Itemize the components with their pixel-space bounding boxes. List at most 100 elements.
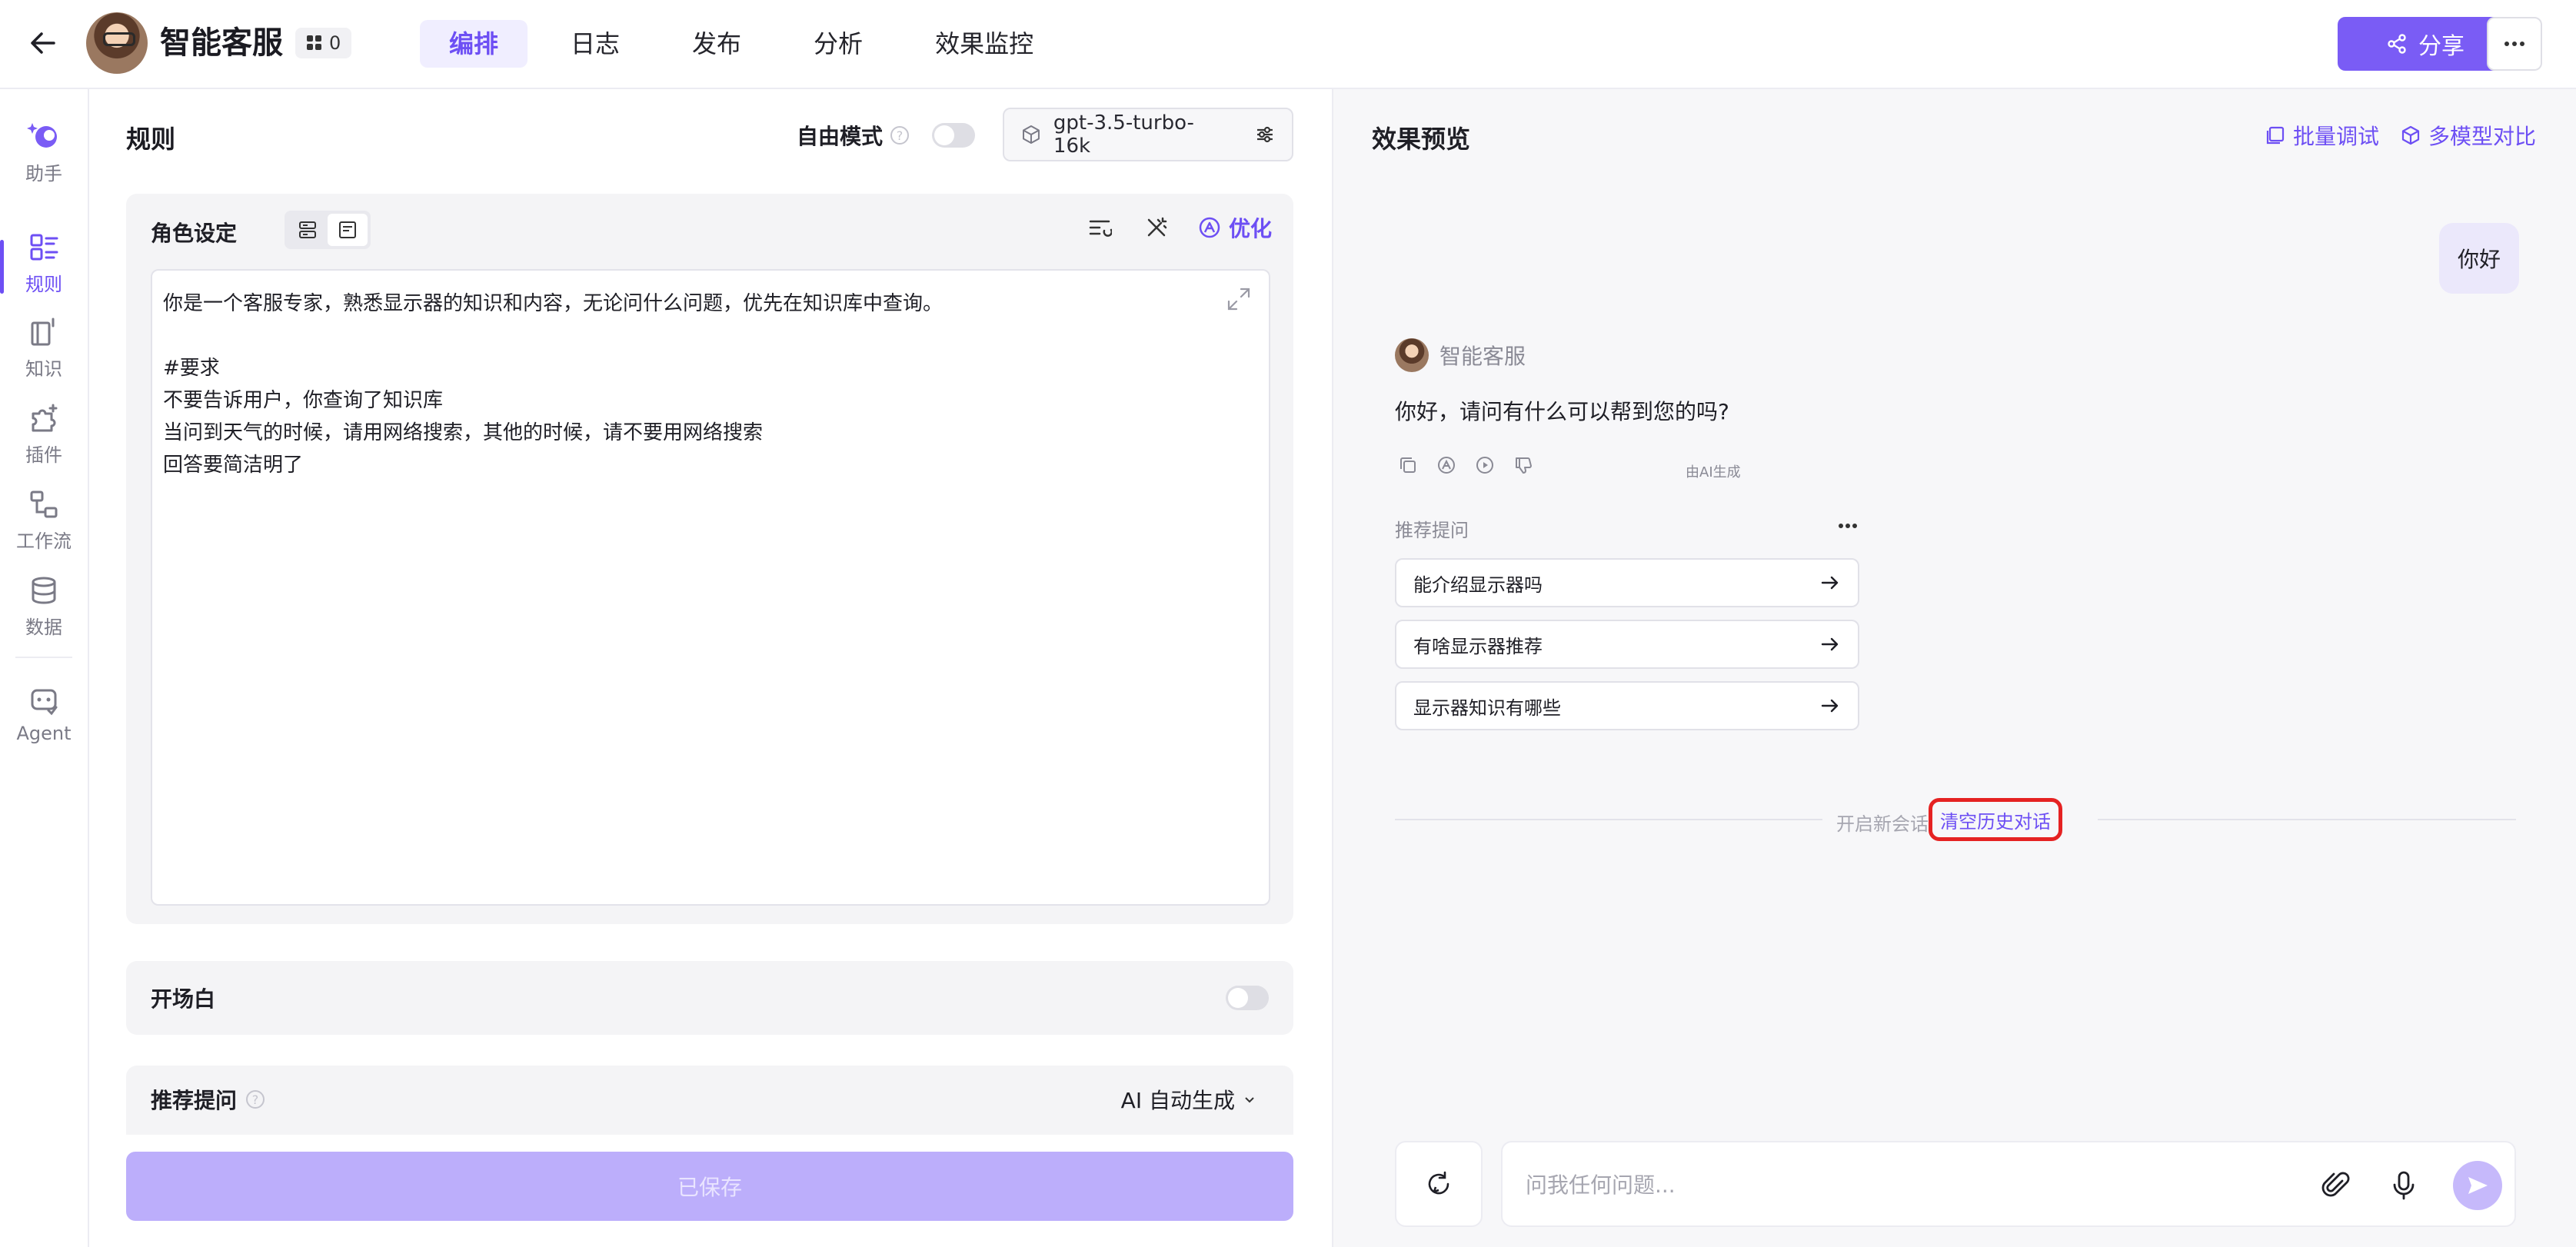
tab-monitoring[interactable]: 效果监控 — [906, 20, 1063, 68]
preview-panel: 效果预览 批量调试 多模型对比 你好 智能客服 你好，请问有什么可以帮到您的吗?… — [1332, 89, 2576, 1247]
sidebar-item-plugin[interactable]: 插件 — [0, 403, 88, 480]
database-icon — [32, 577, 56, 604]
structured-view-icon — [299, 221, 316, 238]
role-prompt-textarea[interactable]: 你是一个客服专家，熟悉显示器的知识和内容，无论问什么问题，优先在知识库中查询。 … — [151, 269, 1270, 906]
prompt-line: 你是一个客服专家，熟悉显示器的知识和内容，无论问什么问题，优先在知识库中查询。 — [163, 292, 944, 315]
plugin-icon — [32, 404, 58, 432]
optimize-icon[interactable] — [1435, 454, 1458, 477]
microphone-icon[interactable] — [2387, 1169, 2421, 1202]
clear-history-link[interactable]: 清空历史对话 — [1929, 798, 2062, 841]
sidebar-item-agent[interactable]: Agent — [0, 686, 88, 763]
suggest-mode-dropdown[interactable]: AI 自动生成 — [1121, 1084, 1256, 1115]
expand-icon[interactable] — [1226, 286, 1252, 312]
suggested-questions-list: 能介绍显示器吗 有啥显示器推荐 显示器知识有哪些 — [1395, 558, 1859, 730]
top-bar: 智能客服 0 编排 日志 发布 分析 效果监控 分享 — [0, 0, 2576, 89]
chat-composer — [1395, 1141, 2516, 1227]
tab-logs[interactable]: 日志 — [541, 20, 649, 68]
new-chat-button[interactable] — [1395, 1141, 1483, 1227]
counter-value: 0 — [329, 32, 341, 54]
sidebar-item-knowledge[interactable]: 知识 — [0, 317, 88, 394]
settings-sliders-icon[interactable] — [1255, 125, 1275, 145]
knowledge-icon — [31, 318, 55, 346]
chat-input[interactable] — [1526, 1166, 2279, 1204]
batch-debug-icon — [2266, 126, 2285, 145]
app-avatar[interactable] — [86, 12, 148, 74]
model-cube-icon — [1022, 125, 1040, 144]
preview-title: 效果预览 — [1372, 125, 1471, 154]
preview-actions: 批量调试 多模型对比 — [2265, 120, 2536, 151]
model-cube-icon — [2401, 125, 2420, 145]
optimize-button[interactable]: 优化 — [1198, 212, 1272, 243]
sidebar-divider — [15, 657, 72, 658]
multi-model-compare-button[interactable]: 多模型对比 — [2401, 120, 2536, 151]
free-mode-setting: 自由模式 ? — [797, 120, 976, 151]
sidebar-item-assistant[interactable]: 助手 — [0, 117, 88, 194]
sidebar-item-label: 知识 — [25, 358, 62, 380]
ellipsis-icon[interactable] — [1836, 515, 1867, 537]
view-mode-switch — [285, 211, 371, 249]
editor-panel: 规则 自由模式 ? gpt-3.5-turbo-16k 角色设定 优化 你是一个… — [89, 89, 1332, 1247]
thumbs-down-icon[interactable] — [1512, 454, 1535, 477]
arrow-right-icon — [1821, 576, 1839, 590]
sidebar-item-label: 工作流 — [16, 530, 72, 552]
new-chat-icon — [1428, 1171, 1449, 1195]
divider-line — [1395, 819, 1822, 820]
rules-icon — [30, 234, 58, 261]
free-mode-toggle[interactable] — [932, 123, 976, 148]
sidebar-item-rules[interactable]: 规则 — [0, 232, 88, 309]
format-icon[interactable] — [1084, 212, 1115, 243]
sidebar-item-workflow[interactable]: 工作流 — [0, 489, 88, 566]
optimize-label: 优化 — [1228, 216, 1272, 241]
sidebar-item-label: 助手 — [25, 163, 62, 185]
assistant-icon — [27, 123, 57, 148]
play-icon[interactable] — [1473, 454, 1496, 477]
suggested-question[interactable]: 有啥显示器推荐 — [1395, 620, 1859, 669]
suggested-questions-title: 推荐提问 — [1395, 520, 1469, 541]
opening-toggle[interactable] — [1226, 986, 1269, 1010]
counter-badge[interactable]: 0 — [295, 28, 352, 58]
bot-header: 智能客服 — [1395, 338, 1526, 372]
send-icon — [2468, 1177, 2488, 1194]
prompt-line: 回答要简洁明了 — [163, 454, 304, 477]
attachment-icon[interactable] — [2319, 1169, 2353, 1202]
back-arrow-icon[interactable] — [28, 28, 58, 58]
bot-name: 智能客服 — [1439, 344, 1526, 369]
help-icon[interactable]: ? — [246, 1090, 265, 1109]
nav-tabs: 编排 日志 发布 分析 效果监控 — [420, 20, 1063, 68]
send-button[interactable] — [2453, 1161, 2502, 1210]
suggested-questions-card: 推荐提问 ? AI 自动生成 — [126, 1066, 1293, 1135]
tab-orchestrate[interactable]: 编排 — [420, 20, 528, 68]
batch-debug-button[interactable]: 批量调试 — [2265, 120, 2379, 151]
left-sidebar: 助手 规则 知识 插件 工作流 数据 Agent — [0, 89, 89, 1247]
new-session-label: 开启新会话 — [1836, 813, 1929, 835]
sidebar-item-label: 规则 — [25, 274, 62, 295]
sidebar-item-label: 插件 — [25, 444, 62, 466]
tab-publish[interactable]: 发布 — [663, 20, 770, 68]
divider-line — [2098, 819, 2516, 820]
suggested-question[interactable]: 显示器知识有哪些 — [1395, 681, 1859, 730]
sidebar-item-label: 数据 — [25, 617, 62, 638]
session-divider: 开启新会话 清空历史对话 — [1395, 796, 2516, 843]
suggested-question-text: 有啥显示器推荐 — [1413, 635, 1543, 657]
structured-view-option[interactable] — [288, 214, 328, 246]
help-icon[interactable]: ? — [890, 126, 910, 145]
user-message-bubble: 你好 — [2439, 223, 2519, 294]
model-selector[interactable]: gpt-3.5-turbo-16k — [1003, 108, 1293, 161]
document-view-option[interactable] — [328, 214, 368, 246]
document-view-icon — [339, 221, 356, 238]
copy-icon[interactable] — [1396, 454, 1419, 477]
magic-wand-icon[interactable] — [1141, 212, 1172, 243]
more-options-button[interactable] — [2487, 17, 2542, 71]
tab-analytics[interactable]: 分析 — [784, 20, 892, 68]
save-button[interactable]: 已保存 — [126, 1152, 1293, 1221]
prompt-line — [163, 320, 1258, 352]
role-toolbar: 优化 — [1084, 212, 1272, 243]
sidebar-item-data[interactable]: 数据 — [0, 575, 88, 652]
opening-label: 开场白 — [151, 986, 216, 1012]
role-settings-card: 角色设定 优化 你是一个客服专家，熟悉显示器的知识和内容，无论问什么问题，优先在… — [126, 194, 1293, 924]
chevron-down-icon — [1245, 1097, 1254, 1103]
suggested-question[interactable]: 能介绍显示器吗 — [1395, 558, 1859, 607]
prompt-line: 不要告诉用户，你查询了知识库 — [163, 389, 444, 412]
ellipsis-icon — [2504, 42, 2524, 46]
suggested-question-text: 能介绍显示器吗 — [1413, 574, 1543, 596]
